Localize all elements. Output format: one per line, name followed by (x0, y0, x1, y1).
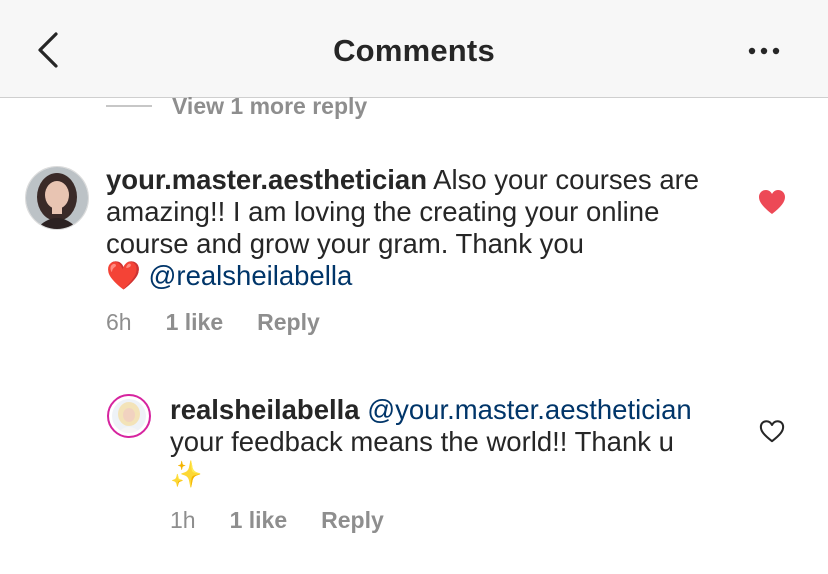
comment-mention[interactable]: @your.master.aesthetician (367, 394, 691, 425)
comment-body: your.master.aesthetician Also your cours… (106, 164, 726, 292)
comment-username[interactable]: your.master.aesthetician (106, 164, 427, 195)
profile-photo-icon (112, 399, 146, 433)
comment-mention[interactable]: @realsheilabella (149, 260, 353, 291)
view-more-replies-label: View 1 more reply (172, 92, 368, 119)
heart-emoji: ❤️ (106, 259, 141, 292)
like-count[interactable]: 1 like (166, 309, 224, 336)
comment-text: your feedback means the world!! Thank u (170, 426, 674, 457)
comment-meta: 1h 1 like Reply (170, 507, 418, 534)
comment-time: 1h (170, 507, 196, 533)
avatar[interactable] (107, 394, 151, 438)
view-more-replies[interactable]: View 1 more reply (106, 91, 367, 121)
heart-filled-icon[interactable] (757, 188, 787, 216)
profile-photo-icon (26, 167, 88, 229)
reply-button[interactable]: Reply (257, 309, 320, 336)
more-options-icon[interactable] (744, 38, 784, 64)
avatar[interactable] (25, 166, 89, 230)
reply-button[interactable]: Reply (321, 507, 384, 534)
reply-body: realsheilabella @your.master.aestheticia… (170, 394, 730, 491)
heart-outline-icon[interactable] (758, 418, 786, 444)
sparkles-emoji: ✨ (170, 460, 203, 490)
page-title: Comments (333, 33, 495, 68)
comment-meta: 6h 1 like Reply (106, 309, 354, 336)
like-count[interactable]: 1 like (230, 507, 288, 534)
top-bar: Comments (0, 0, 828, 98)
reply-thread-line (106, 105, 152, 107)
comment-time: 6h (106, 309, 132, 335)
comment-username[interactable]: realsheilabella (170, 394, 360, 425)
